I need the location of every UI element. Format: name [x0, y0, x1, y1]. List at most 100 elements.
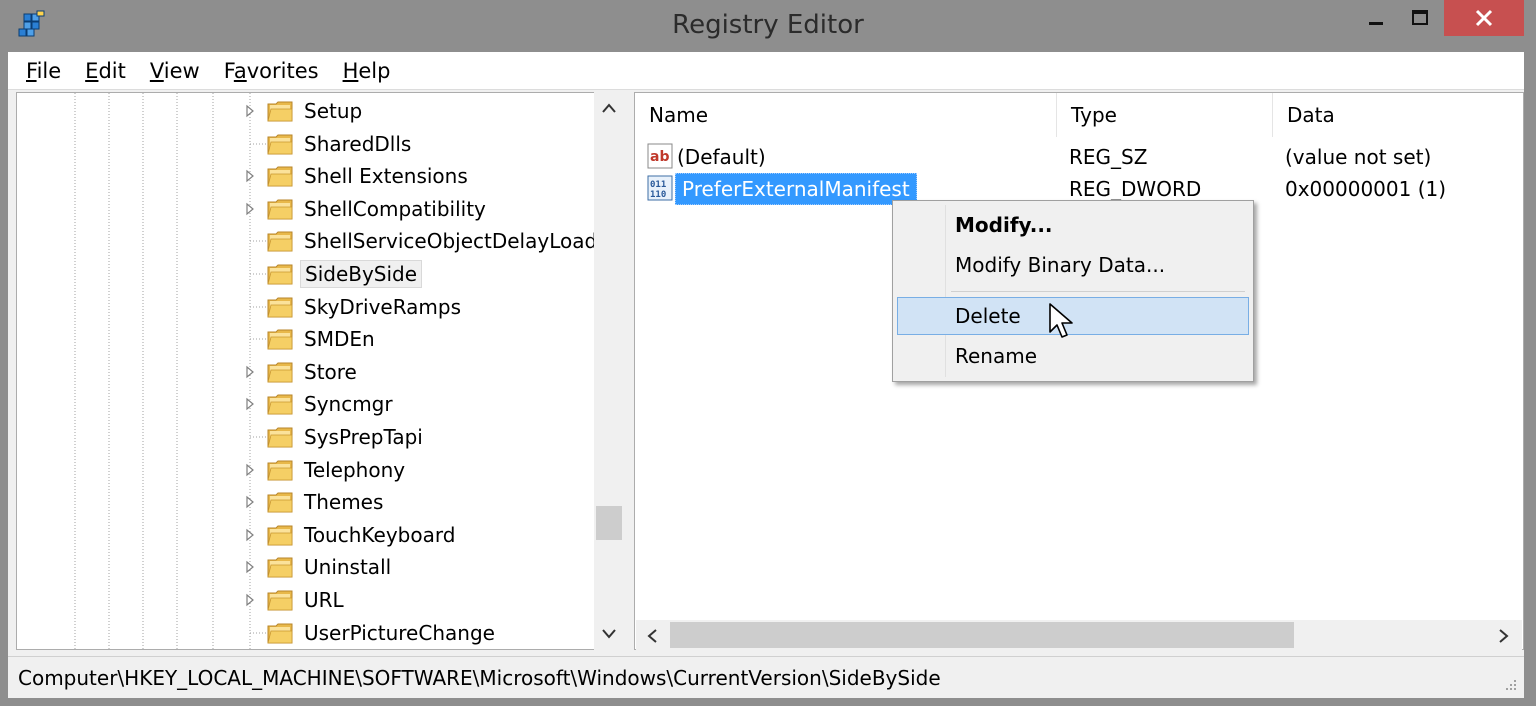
column-header-data[interactable]: Data [1273, 93, 1523, 137]
menu-item-modify-binary[interactable]: Modify Binary Data... [897, 246, 1249, 284]
tree-item[interactable]: TouchKeyboard [17, 519, 597, 551]
window-title: Registry Editor [672, 10, 864, 40]
tree-item-label: SharedDlls [304, 131, 412, 156]
tree-item[interactable]: UserPictureChange [17, 617, 597, 649]
menu-file[interactable]: File [26, 59, 61, 83]
tree-item-label: Uninstall [304, 555, 392, 580]
expand-arrow-icon[interactable] [243, 365, 257, 379]
tree-item[interactable]: Syncmgr [17, 388, 597, 420]
string-value-icon: ab [647, 143, 673, 169]
tree-item[interactable]: SMDEn [17, 323, 597, 355]
tree-item[interactable]: Telephony [17, 454, 597, 486]
tree-item-label: SideBySide [300, 260, 423, 288]
tree-item-label: SysPrepTapi [304, 425, 423, 449]
registry-key-tree[interactable]: Setup SharedDlls Shell Extensions ShellComp… [16, 92, 624, 650]
folder-icon [267, 166, 293, 187]
tree-item-label: URL [304, 588, 344, 612]
expand-arrow-icon[interactable] [243, 169, 257, 183]
values-scroll-thumb[interactable] [670, 622, 1294, 648]
value-row[interactable]: ab (Default) REG_SZ (value not set) [635, 141, 1523, 173]
mouse-cursor-icon [1049, 303, 1073, 338]
folder-icon [267, 525, 293, 546]
column-header-name[interactable]: Name [635, 93, 1057, 137]
value-name: (Default) [677, 145, 766, 169]
tree-item[interactable]: SharedDlls [17, 128, 597, 160]
menu-item-rename[interactable]: Rename [897, 337, 1249, 375]
tree-item-label: ShellCompatibility [304, 196, 486, 221]
menu-help[interactable]: Help [343, 59, 391, 83]
folder-icon [267, 427, 293, 448]
value-type: REG_SZ [1069, 145, 1148, 169]
tree-item[interactable]: Shell Extensions [17, 160, 597, 192]
menu-bar: File Edit View Favorites Help [8, 52, 1524, 90]
folder-icon [267, 557, 293, 578]
maximize-button[interactable] [1398, 0, 1442, 36]
expand-arrow-icon[interactable] [243, 104, 257, 118]
expand-arrow-icon[interactable] [243, 528, 257, 542]
context-menu: Modify... Modify Binary Data... Delete R… [892, 200, 1254, 382]
tree-item[interactable]: ShellCompatibility [17, 193, 597, 225]
column-header-type[interactable]: Type [1057, 93, 1273, 137]
title-bar: Registry Editor [0, 0, 1536, 52]
scroll-right-icon[interactable] [1498, 628, 1510, 644]
tree-item[interactable]: Store [17, 356, 597, 388]
folder-icon [267, 101, 293, 122]
tree-item-label: Themes [304, 490, 384, 515]
tree-item[interactable]: SysPrepTapi [17, 421, 597, 453]
status-bar: Computer\HKEY_LOCAL_MACHINE\SOFTWARE\Mic… [8, 656, 1524, 698]
scroll-up-icon[interactable] [601, 102, 617, 114]
scroll-down-icon[interactable] [601, 628, 617, 640]
expand-arrow-icon[interactable] [243, 202, 257, 216]
minimize-icon [1369, 22, 1383, 25]
tree-vertical-scrollbar[interactable] [594, 92, 624, 650]
close-button[interactable] [1444, 0, 1524, 36]
folder-icon [267, 297, 293, 318]
tree-item[interactable]: Uninstall [17, 551, 597, 583]
folder-icon [267, 199, 293, 220]
minimize-button[interactable] [1354, 0, 1398, 36]
tree-connector-line [250, 306, 266, 308]
expand-arrow-icon[interactable] [243, 593, 257, 607]
tree-item-label: SkyDriveRamps [304, 294, 462, 319]
tree-item-label: Store [304, 359, 357, 384]
value-name-selected[interactable]: PreferExternalManifest [675, 173, 917, 205]
svg-text:ab: ab [650, 149, 669, 165]
svg-text:110: 110 [650, 190, 666, 200]
tree-connector-line [250, 436, 266, 438]
folder-icon [267, 329, 293, 350]
tree-item[interactable]: Themes [17, 486, 597, 518]
tree-item[interactable]: ShellServiceObjectDelayLoad [17, 225, 597, 257]
tree-item-label: Setup [304, 99, 363, 123]
tree-item[interactable]: URL [17, 584, 597, 616]
tree-item[interactable]: SideBySide [17, 258, 597, 290]
expand-arrow-icon[interactable] [243, 463, 257, 477]
tree-item[interactable]: Setup [17, 95, 597, 127]
value-data: (value not set) [1285, 145, 1432, 169]
menu-view[interactable]: View [150, 59, 200, 83]
tree-item-label: Syncmgr [304, 392, 393, 417]
tree-item[interactable]: SkyDriveRamps [17, 291, 597, 323]
tree-scroll-thumb[interactable] [596, 506, 622, 540]
tree-item-label: TouchKeyboard [304, 522, 456, 547]
expand-arrow-icon[interactable] [243, 495, 257, 509]
tree-connector-line [250, 632, 266, 634]
folder-icon [267, 460, 293, 481]
expand-arrow-icon[interactable] [243, 397, 257, 411]
menu-item-modify[interactable]: Modify... [897, 206, 1249, 244]
menu-favorites[interactable]: Favorites [224, 59, 319, 83]
menu-edit[interactable]: Edit [85, 59, 126, 83]
expand-arrow-icon[interactable] [243, 560, 257, 574]
tree-connector-line [250, 143, 266, 145]
resize-grip-icon[interactable] [1502, 678, 1518, 694]
folder-icon [267, 134, 293, 155]
tree-item-label: SMDEn [304, 327, 375, 352]
value-type: REG_DWORD [1069, 177, 1202, 201]
tree-connector-line [250, 338, 266, 340]
scroll-left-icon[interactable] [646, 628, 658, 644]
tree-item-label: Telephony [304, 457, 406, 482]
values-horizontal-scrollbar[interactable] [636, 620, 1522, 650]
svg-text:011: 011 [650, 180, 666, 190]
folder-icon [267, 264, 293, 285]
tree-item-label: UserPictureChange [304, 620, 495, 645]
folder-icon [267, 590, 293, 611]
